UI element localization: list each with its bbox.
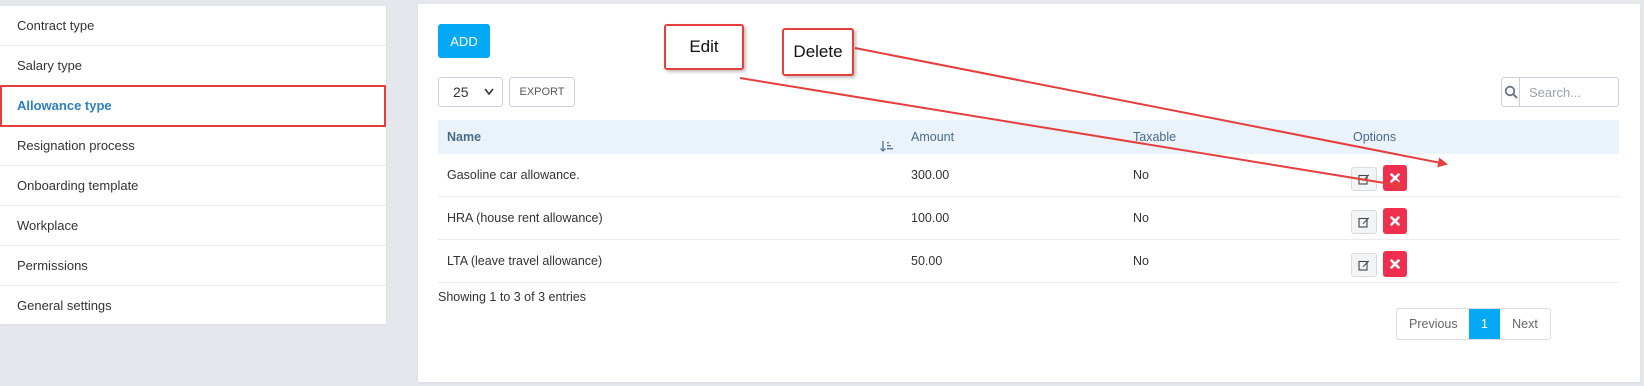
cell-amount: 300.00 <box>911 168 950 182</box>
cell-taxable: No <box>1133 254 1149 268</box>
export-button[interactable]: EXPORT <box>509 77 575 107</box>
sidebar-item-contract-type[interactable]: Contract type <box>0 6 386 46</box>
pagination-next[interactable]: Next <box>1500 309 1550 339</box>
sidebar-item-general-settings[interactable]: General settings <box>0 286 386 326</box>
delete-button[interactable] <box>1383 208 1407 234</box>
edit-icon <box>1358 260 1370 271</box>
sidebar-item-onboarding-template[interactable]: Onboarding template <box>0 166 386 206</box>
table-row: HRA (house rent allowance) 100.00 No <box>438 197 1619 240</box>
column-header-label: Name <box>447 130 482 144</box>
page-length-select[interactable]: 25 <box>438 77 503 107</box>
sidebar-item-allowance-type[interactable]: Allowance type <box>0 85 386 127</box>
cell-taxable: No <box>1133 211 1149 225</box>
page-length-value: 25 <box>453 84 469 100</box>
pagination-previous[interactable]: Previous <box>1397 309 1469 339</box>
table-row: Gasoline car allowance. 300.00 No <box>438 154 1619 197</box>
column-header-label: Amount <box>911 130 955 144</box>
pagination: Previous 1 Next <box>1396 308 1551 340</box>
column-header-amount[interactable]: Amount <box>902 120 1124 154</box>
cell-name: HRA (house rent allowance) <box>447 211 603 225</box>
column-header-options: Options <box>1344 120 1619 154</box>
cell-options <box>1344 202 1619 234</box>
close-icon <box>1390 173 1400 183</box>
close-icon <box>1390 216 1400 226</box>
edit-icon <box>1358 174 1370 185</box>
delete-button[interactable] <box>1383 165 1407 191</box>
table-row: LTA (leave travel allowance) 50.00 No <box>438 240 1619 283</box>
cell-taxable: No <box>1133 168 1149 182</box>
edit-callout: Edit <box>664 24 744 70</box>
cell-amount: 50.00 <box>911 254 943 268</box>
column-header-label: Options <box>1353 130 1397 144</box>
table-header-row: Name Amount Taxable Options <box>438 120 1619 154</box>
add-button[interactable]: ADD <box>438 24 490 58</box>
edit-button[interactable] <box>1351 253 1377 277</box>
search-box <box>1501 77 1619 107</box>
column-header-name[interactable]: Name <box>438 120 902 154</box>
column-header-label: Taxable <box>1133 130 1177 144</box>
edit-button[interactable] <box>1351 167 1377 191</box>
sidebar-item-resignation-process[interactable]: Resignation process <box>0 126 386 166</box>
sidebar-item-salary-type[interactable]: Salary type <box>0 46 386 86</box>
chevron-down-icon <box>484 78 494 118</box>
sort-icon <box>880 131 894 165</box>
allowance-table: Name Amount Taxable Options Gasoline car… <box>438 120 1619 283</box>
edit-icon <box>1358 217 1370 228</box>
settings-sidebar: Contract type Salary type Allowance type… <box>0 6 386 324</box>
cell-options <box>1344 245 1619 277</box>
cell-options <box>1344 159 1619 191</box>
sidebar-item-workplace[interactable]: Workplace <box>0 206 386 246</box>
delete-button[interactable] <box>1383 251 1407 277</box>
sidebar-item-permissions[interactable]: Permissions <box>0 246 386 286</box>
search-icon[interactable] <box>1502 78 1520 106</box>
close-icon <box>1390 259 1400 269</box>
column-header-taxable[interactable]: Taxable <box>1124 120 1344 154</box>
delete-callout: Delete <box>782 28 854 76</box>
search-input[interactable] <box>1520 78 1618 106</box>
table-info: Showing 1 to 3 of 3 entries <box>438 290 587 304</box>
cell-name: Gasoline car allowance. <box>447 168 580 182</box>
cell-name: LTA (leave travel allowance) <box>447 254 603 268</box>
edit-button[interactable] <box>1351 210 1377 234</box>
cell-amount: 100.00 <box>911 211 950 225</box>
pagination-page-current[interactable]: 1 <box>1469 309 1500 339</box>
main-panel: ADD 25 EXPORT Name Amount Taxable <box>418 4 1640 382</box>
